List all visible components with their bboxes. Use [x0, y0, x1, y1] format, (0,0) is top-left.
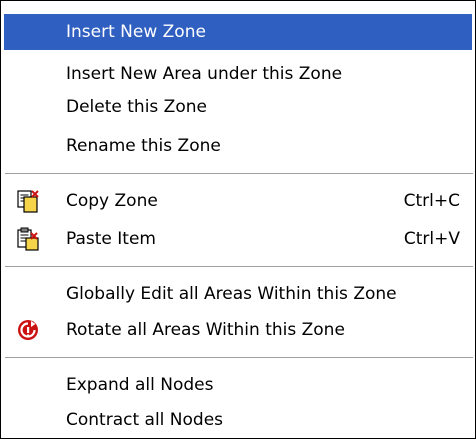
- menu-item-rotate-areas[interactable]: Rotate all Areas Within this Zone: [4, 312, 472, 348]
- rotate-icon: [16, 318, 40, 342]
- menu-item-label: Paste Item: [66, 229, 156, 249]
- menu-separator: [5, 173, 473, 175]
- menu-item-delete-zone[interactable]: Delete this Zone: [4, 89, 472, 125]
- menu-item-globally-edit[interactable]: Globally Edit all Areas Within this Zone: [4, 276, 472, 312]
- menu-item-expand-nodes[interactable]: Expand all Nodes: [4, 367, 472, 403]
- menu-item-label: Insert New Zone: [66, 22, 206, 42]
- menu-separator: [5, 266, 473, 268]
- menu-item-copy-zone[interactable]: Copy Zone Ctrl+C: [4, 183, 472, 219]
- menu-separator: [5, 357, 473, 359]
- menu-item-paste-item[interactable]: Paste Item Ctrl+V: [4, 221, 472, 257]
- menu-item-contract-nodes[interactable]: Contract all Nodes: [4, 402, 472, 438]
- menu-item-label: Rotate all Areas Within this Zone: [66, 320, 345, 340]
- menu-item-label: Rename this Zone: [66, 136, 221, 156]
- menu-item-shortcut: Ctrl+V: [403, 229, 460, 249]
- menu-item-label: Copy Zone: [66, 191, 158, 211]
- menu-item-label: Contract all Nodes: [66, 410, 224, 430]
- menu-item-label: Globally Edit all Areas Within this Zone: [66, 284, 397, 304]
- menu-item-rename-zone[interactable]: Rename this Zone: [4, 128, 472, 164]
- menu-item-label: Insert New Area under this Zone: [66, 64, 343, 84]
- menu-item-shortcut: Ctrl+C: [403, 191, 460, 211]
- menu-item-insert-new-area[interactable]: Insert New Area under this Zone: [4, 56, 472, 92]
- copy-icon: [16, 189, 40, 213]
- menu-item-label: Expand all Nodes: [66, 375, 214, 395]
- menu-item-label: Delete this Zone: [66, 97, 207, 117]
- paste-icon: [16, 227, 40, 251]
- menu-item-insert-new-zone[interactable]: Insert New Zone: [4, 14, 472, 50]
- context-menu: Insert New Zone Insert New Area under th…: [0, 0, 476, 439]
